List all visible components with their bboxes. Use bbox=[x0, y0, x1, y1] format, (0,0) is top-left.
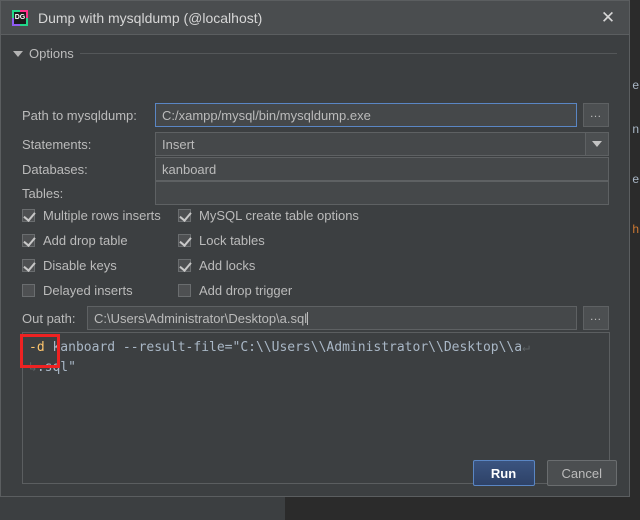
options-section-divider bbox=[80, 53, 617, 54]
run-button[interactable]: Run bbox=[473, 460, 535, 486]
out-path-row: Out path: C:\Users\Administrator\Desktop… bbox=[1, 305, 631, 331]
path-to-mysqldump-label: Path to mysqldump: bbox=[1, 108, 155, 123]
checkbox-add-drop-trigger[interactable]: Add drop trigger bbox=[178, 283, 292, 298]
statements-selected-value: Insert bbox=[156, 137, 585, 152]
checkbox-row: Add drop table Lock tables bbox=[22, 228, 422, 253]
checkbox-label: Add drop trigger bbox=[199, 283, 292, 298]
checkbox-label: Delayed inserts bbox=[43, 283, 133, 298]
checkbox-lock-tables[interactable]: Lock tables bbox=[178, 233, 265, 248]
command-line-2: ↳.sql" bbox=[29, 358, 603, 378]
checkbox-box[interactable] bbox=[22, 259, 35, 272]
chevron-down-icon bbox=[592, 141, 602, 147]
checkbox-multiple-rows-inserts[interactable]: Multiple rows inserts bbox=[22, 208, 178, 223]
checkbox-box[interactable] bbox=[178, 209, 191, 222]
checkbox-add-drop-table[interactable]: Add drop table bbox=[22, 233, 178, 248]
checkbox-row: Disable keys Add locks bbox=[22, 253, 422, 278]
text-caret bbox=[307, 312, 308, 325]
command-line-1: -d kanboard --result-file="C:\\Users\\Ad… bbox=[29, 338, 603, 358]
datagrip-icon-text: DG bbox=[14, 12, 26, 24]
path-to-mysqldump-input[interactable]: C:/xampp/mysql/bin/mysqldump.exe bbox=[155, 103, 577, 127]
checkbox-row: Delayed inserts Add drop trigger bbox=[22, 278, 422, 303]
checkbox-box[interactable] bbox=[22, 284, 35, 297]
checkbox-box[interactable] bbox=[178, 284, 191, 297]
checkbox-label: Lock tables bbox=[199, 233, 265, 248]
options-checkbox-grid: Multiple rows inserts MySQL create table… bbox=[22, 203, 422, 303]
databases-input[interactable]: kanboard bbox=[155, 157, 609, 181]
checkbox-mysql-create-table-options[interactable]: MySQL create table options bbox=[178, 208, 359, 223]
checkbox-label: Multiple rows inserts bbox=[43, 208, 161, 223]
statements-label: Statements: bbox=[1, 137, 155, 152]
checkbox-row: Multiple rows inserts MySQL create table… bbox=[22, 203, 422, 228]
background-text-fragment: h bbox=[632, 222, 639, 236]
cancel-button[interactable]: Cancel bbox=[547, 460, 617, 486]
wrap-continuation-icon: ↳ bbox=[29, 360, 37, 375]
checkbox-box[interactable] bbox=[178, 234, 191, 247]
out-path-browse-button[interactable]: … bbox=[583, 306, 609, 330]
wrap-marker-icon: ↵ bbox=[522, 340, 530, 355]
checkbox-label: Add locks bbox=[199, 258, 255, 273]
checkbox-disable-keys[interactable]: Disable keys bbox=[22, 258, 178, 273]
options-section-label: Options bbox=[29, 46, 74, 61]
background-text-fragment: n bbox=[632, 122, 639, 136]
checkbox-add-locks[interactable]: Add locks bbox=[178, 258, 255, 273]
out-path-label: Out path: bbox=[1, 311, 87, 326]
close-icon[interactable]: ✕ bbox=[591, 3, 625, 33]
chevron-down-icon[interactable] bbox=[13, 51, 23, 57]
checkbox-box[interactable] bbox=[22, 234, 35, 247]
out-path-input[interactable]: C:\Users\Administrator\Desktop\a.sql bbox=[87, 306, 577, 330]
dialog-body: Options Path to mysqldump: C:/xampp/mysq… bbox=[1, 35, 629, 496]
command-rest-token: kanboard --result-file="C:\\Users\\Admin… bbox=[45, 340, 522, 355]
dump-dialog: DG Dump with mysqldump (@localhost) ✕ Op… bbox=[0, 0, 630, 497]
tables-input[interactable] bbox=[155, 181, 609, 205]
databases-row: Databases: kanboard bbox=[1, 156, 631, 182]
dialog-titlebar[interactable]: DG Dump with mysqldump (@localhost) ✕ bbox=[1, 1, 629, 35]
out-path-value: C:\Users\Administrator\Desktop\a.sql bbox=[94, 311, 307, 326]
statements-select[interactable]: Insert bbox=[155, 132, 609, 156]
checkbox-label: Disable keys bbox=[43, 258, 117, 273]
checkbox-delayed-inserts[interactable]: Delayed inserts bbox=[22, 283, 178, 298]
path-to-mysqldump-row: Path to mysqldump: C:/xampp/mysql/bin/my… bbox=[1, 102, 631, 128]
datagrip-icon: DG bbox=[12, 10, 28, 26]
statements-dropdown-arrow[interactable] bbox=[585, 133, 608, 155]
checkbox-box[interactable] bbox=[22, 209, 35, 222]
path-to-mysqldump-browse-button[interactable]: … bbox=[583, 103, 609, 127]
checkbox-label: MySQL create table options bbox=[199, 208, 359, 223]
command-option-token: -d bbox=[29, 340, 45, 355]
background-text-fragment: e bbox=[632, 78, 639, 92]
dialog-footer: Run Cancel bbox=[1, 450, 631, 496]
background-bottom-strip bbox=[0, 496, 285, 520]
command-rest-token: .sql" bbox=[37, 360, 76, 375]
checkbox-box[interactable] bbox=[178, 259, 191, 272]
dialog-title: Dump with mysqldump (@localhost) bbox=[38, 10, 591, 26]
checkbox-label: Add drop table bbox=[43, 233, 128, 248]
background-text-fragment: e bbox=[632, 172, 639, 186]
options-section-header[interactable]: Options bbox=[13, 46, 617, 61]
databases-label: Databases: bbox=[1, 162, 155, 177]
statements-row: Statements: Insert bbox=[1, 131, 631, 157]
tables-label: Tables: bbox=[1, 186, 155, 201]
